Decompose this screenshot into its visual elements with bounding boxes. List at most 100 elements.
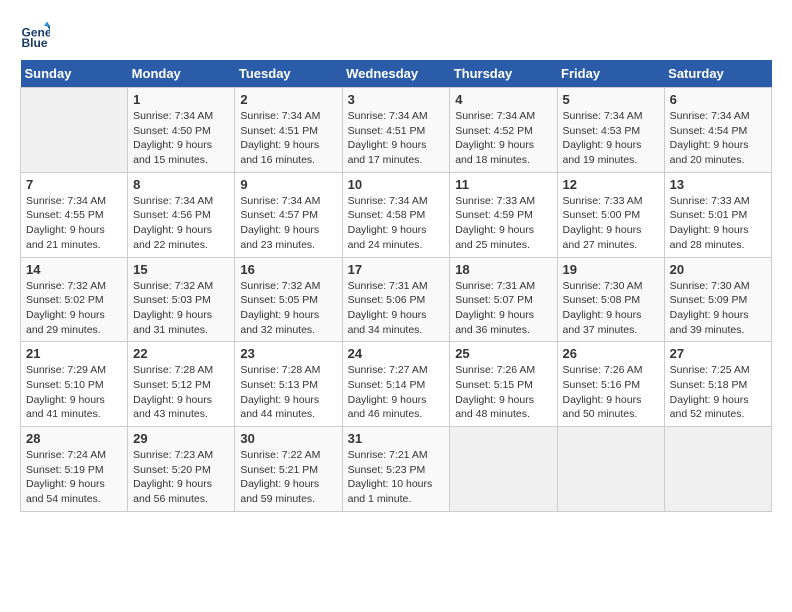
- day-info: Sunrise: 7:32 AMSunset: 5:03 PMDaylight:…: [133, 279, 229, 338]
- calendar-cell: 5 Sunrise: 7:34 AMSunset: 4:53 PMDaylight…: [557, 88, 664, 173]
- weekday-header-sunday: Sunday: [21, 60, 128, 88]
- day-info: Sunrise: 7:34 AMSunset: 4:54 PMDaylight:…: [670, 109, 766, 168]
- day-info: Sunrise: 7:27 AMSunset: 5:14 PMDaylight:…: [348, 363, 445, 422]
- day-info: Sunrise: 7:28 AMSunset: 5:13 PMDaylight:…: [240, 363, 336, 422]
- day-number: 25: [455, 346, 551, 361]
- day-number: 4: [455, 92, 551, 107]
- header: General Blue: [20, 20, 772, 50]
- calendar-cell: 10 Sunrise: 7:34 AMSunset: 4:58 PMDayligh…: [342, 172, 450, 257]
- day-number: 28: [26, 431, 122, 446]
- weekday-header-friday: Friday: [557, 60, 664, 88]
- day-info: Sunrise: 7:31 AMSunset: 5:07 PMDaylight:…: [455, 279, 551, 338]
- calendar-cell: [664, 427, 771, 512]
- day-info: Sunrise: 7:34 AMSunset: 4:50 PMDaylight:…: [133, 109, 229, 168]
- calendar-body: 1 Sunrise: 7:34 AMSunset: 4:50 PMDaylight…: [21, 88, 772, 512]
- weekday-header-saturday: Saturday: [664, 60, 771, 88]
- calendar-week-row: 7 Sunrise: 7:34 AMSunset: 4:55 PMDaylight…: [21, 172, 772, 257]
- day-number: 6: [670, 92, 766, 107]
- calendar-week-row: 14Sunrise: 7:32 AMSunset: 5:02 PMDayligh…: [21, 257, 772, 342]
- calendar-cell: 23 Sunrise: 7:28 AMSunset: 5:13 PMDayligh…: [235, 342, 342, 427]
- day-info: Sunrise: 7:30 AMSunset: 5:08 PMDaylight:…: [563, 279, 659, 338]
- weekday-header-tuesday: Tuesday: [235, 60, 342, 88]
- day-number: 9: [240, 177, 336, 192]
- calendar-week-row: 21Sunrise: 7:29 AMSunset: 5:10 PMDayligh…: [21, 342, 772, 427]
- day-number: 23: [240, 346, 336, 361]
- calendar-week-row: 1 Sunrise: 7:34 AMSunset: 4:50 PMDaylight…: [21, 88, 772, 173]
- logo: General Blue: [20, 20, 54, 50]
- calendar-cell: 14Sunrise: 7:32 AMSunset: 5:02 PMDayligh…: [21, 257, 128, 342]
- calendar-cell: 11Sunrise: 7:33 AMSunset: 4:59 PMDayligh…: [450, 172, 557, 257]
- day-info: Sunrise: 7:30 AMSunset: 5:09 PMDaylight:…: [670, 279, 766, 338]
- calendar-cell: 7 Sunrise: 7:34 AMSunset: 4:55 PMDaylight…: [21, 172, 128, 257]
- day-info: Sunrise: 7:32 AMSunset: 5:05 PMDaylight:…: [240, 279, 336, 338]
- day-info: Sunrise: 7:33 AMSunset: 5:00 PMDaylight:…: [563, 194, 659, 253]
- weekday-header-thursday: Thursday: [450, 60, 557, 88]
- day-info: Sunrise: 7:34 AMSunset: 4:52 PMDaylight:…: [455, 109, 551, 168]
- day-number: 8: [133, 177, 229, 192]
- calendar-cell: [450, 427, 557, 512]
- calendar-cell: 20 Sunrise: 7:30 AMSunset: 5:09 PMDayligh…: [664, 257, 771, 342]
- calendar-cell: 25Sunrise: 7:26 AMSunset: 5:15 PMDayligh…: [450, 342, 557, 427]
- weekday-header-row: SundayMondayTuesdayWednesdayThursdayFrid…: [21, 60, 772, 88]
- day-number: 7: [26, 177, 122, 192]
- calendar-cell: [557, 427, 664, 512]
- day-number: 13: [670, 177, 766, 192]
- day-info: Sunrise: 7:23 AMSunset: 5:20 PMDaylight:…: [133, 448, 229, 507]
- calendar-cell: 12 Sunrise: 7:33 AMSunset: 5:00 PMDayligh…: [557, 172, 664, 257]
- day-info: Sunrise: 7:33 AMSunset: 5:01 PMDaylight:…: [670, 194, 766, 253]
- day-info: Sunrise: 7:26 AMSunset: 5:16 PMDaylight:…: [563, 363, 659, 422]
- day-number: 20: [670, 262, 766, 277]
- calendar-cell: 21Sunrise: 7:29 AMSunset: 5:10 PMDayligh…: [21, 342, 128, 427]
- calendar-cell: 31Sunrise: 7:21 AMSunset: 5:23 PMDayligh…: [342, 427, 450, 512]
- day-number: 1: [133, 92, 229, 107]
- calendar-cell: 22 Sunrise: 7:28 AMSunset: 5:12 PMDayligh…: [128, 342, 235, 427]
- day-info: Sunrise: 7:34 AMSunset: 4:51 PMDaylight:…: [240, 109, 336, 168]
- day-info: Sunrise: 7:24 AMSunset: 5:19 PMDaylight:…: [26, 448, 122, 507]
- day-number: 30: [240, 431, 336, 446]
- calendar-cell: 17 Sunrise: 7:31 AMSunset: 5:06 PMDayligh…: [342, 257, 450, 342]
- day-number: 31: [348, 431, 445, 446]
- day-number: 16: [240, 262, 336, 277]
- calendar-cell: 1 Sunrise: 7:34 AMSunset: 4:50 PMDaylight…: [128, 88, 235, 173]
- day-number: 18: [455, 262, 551, 277]
- calendar-cell: 28 Sunrise: 7:24 AMSunset: 5:19 PMDayligh…: [21, 427, 128, 512]
- day-info: Sunrise: 7:29 AMSunset: 5:10 PMDaylight:…: [26, 363, 122, 422]
- calendar-cell: 9 Sunrise: 7:34 AMSunset: 4:57 PMDaylight…: [235, 172, 342, 257]
- day-number: 3: [348, 92, 445, 107]
- day-number: 11: [455, 177, 551, 192]
- day-number: 15: [133, 262, 229, 277]
- calendar-cell: 6 Sunrise: 7:34 AMSunset: 4:54 PMDaylight…: [664, 88, 771, 173]
- calendar-cell: 16 Sunrise: 7:32 AMSunset: 5:05 PMDayligh…: [235, 257, 342, 342]
- day-info: Sunrise: 7:34 AMSunset: 4:53 PMDaylight:…: [563, 109, 659, 168]
- calendar-cell: 27Sunrise: 7:25 AMSunset: 5:18 PMDayligh…: [664, 342, 771, 427]
- day-info: Sunrise: 7:25 AMSunset: 5:18 PMDaylight:…: [670, 363, 766, 422]
- calendar-cell: 4 Sunrise: 7:34 AMSunset: 4:52 PMDaylight…: [450, 88, 557, 173]
- calendar-cell: 3Sunrise: 7:34 AMSunset: 4:51 PMDaylight…: [342, 88, 450, 173]
- day-info: Sunrise: 7:28 AMSunset: 5:12 PMDaylight:…: [133, 363, 229, 422]
- calendar-cell: 19 Sunrise: 7:30 AMSunset: 5:08 PMDayligh…: [557, 257, 664, 342]
- svg-text:Blue: Blue: [22, 36, 48, 50]
- day-number: 22: [133, 346, 229, 361]
- day-number: 12: [563, 177, 659, 192]
- day-number: 17: [348, 262, 445, 277]
- calendar-cell: 26 Sunrise: 7:26 AMSunset: 5:16 PMDayligh…: [557, 342, 664, 427]
- day-number: 5: [563, 92, 659, 107]
- logo-icon: General Blue: [20, 20, 50, 50]
- calendar-week-row: 28 Sunrise: 7:24 AMSunset: 5:19 PMDayligh…: [21, 427, 772, 512]
- day-number: 2: [240, 92, 336, 107]
- calendar-cell: 18 Sunrise: 7:31 AMSunset: 5:07 PMDayligh…: [450, 257, 557, 342]
- day-number: 19: [563, 262, 659, 277]
- day-info: Sunrise: 7:31 AMSunset: 5:06 PMDaylight:…: [348, 279, 445, 338]
- calendar-cell: 29Sunrise: 7:23 AMSunset: 5:20 PMDayligh…: [128, 427, 235, 512]
- calendar-cell: [21, 88, 128, 173]
- day-info: Sunrise: 7:34 AMSunset: 4:57 PMDaylight:…: [240, 194, 336, 253]
- day-info: Sunrise: 7:34 AMSunset: 4:55 PMDaylight:…: [26, 194, 122, 253]
- day-number: 26: [563, 346, 659, 361]
- weekday-header-monday: Monday: [128, 60, 235, 88]
- day-info: Sunrise: 7:34 AMSunset: 4:58 PMDaylight:…: [348, 194, 445, 253]
- calendar-cell: 24 Sunrise: 7:27 AMSunset: 5:14 PMDayligh…: [342, 342, 450, 427]
- day-number: 24: [348, 346, 445, 361]
- calendar-table: SundayMondayTuesdayWednesdayThursdayFrid…: [20, 60, 772, 512]
- day-number: 10: [348, 177, 445, 192]
- day-number: 14: [26, 262, 122, 277]
